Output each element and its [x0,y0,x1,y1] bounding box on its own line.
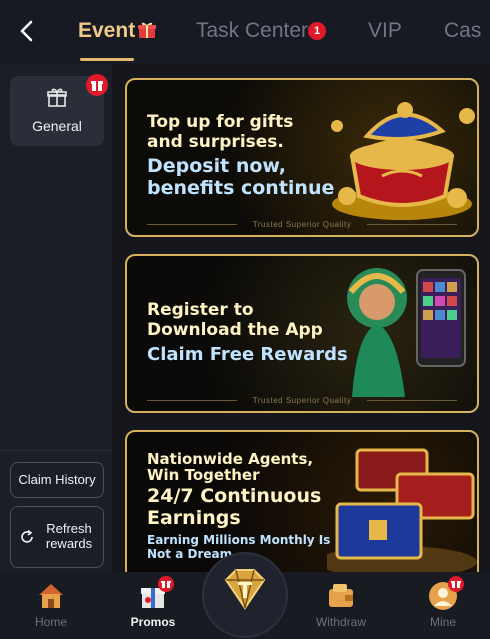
deposit-banner[interactable]: Top up for gifts and surprises. Deposit … [125,78,479,237]
gift-badge-icon [448,576,464,592]
refresh-rewards-label: Refresh rewards [45,521,93,551]
agents-banner[interactable]: Nationwide Agents, Win Together 24/7 Con… [125,430,479,572]
active-tab-indicator [80,58,134,61]
banner-line: Download the App [147,320,323,340]
gift-icon [47,88,67,107]
bottom-navigation: Home Promos Withdraw Mine [0,552,490,639]
nav-label: Promos [130,615,176,629]
banner-line: 24/7 Continuous [147,485,322,507]
gift-badge-icon [158,576,174,592]
tab-casino[interactable]: Cas [444,19,481,43]
back-button[interactable] [14,18,40,44]
banner-line: and surprises. [147,132,284,152]
nav-withdraw[interactable]: Withdraw [306,572,376,639]
top-bar: Event Task Center 1 VIP Cas [0,0,490,64]
chevron-left-icon [20,20,33,42]
nav-home[interactable]: Home [16,572,86,639]
tab-vip[interactable]: VIP [368,19,402,43]
category-general[interactable]: General [10,74,108,146]
center-logo-button[interactable] [202,552,288,638]
diamond-logo-icon [224,569,266,610]
banner-line: Register to [147,300,254,320]
event-list: Top up for gifts and surprises. Deposit … [112,64,490,572]
banner-line: benefits continue [147,177,335,199]
refresh-icon [21,529,33,543]
banner-line: Top up for gifts [147,112,294,132]
category-sidebar: General Claim History Refresh rewards [0,64,112,572]
banner-line: Claim Free Rewards [147,344,348,365]
treasure-pot-image [331,102,475,220]
home-icon [39,584,63,608]
wallet-icon [329,584,353,607]
category-label: General [32,118,82,134]
treasure-chests-image [327,448,477,572]
gift-icon [138,22,157,38]
banner-footer: Trusted Superior Quality [252,396,352,405]
divider [0,450,112,451]
task-center-badge: 1 [308,22,326,40]
banner-line: Win Together [147,466,260,484]
nav-mine[interactable]: Mine [408,572,478,639]
nav-promos[interactable]: Promos [118,572,188,639]
download-app-banner[interactable]: Register to Download the App Claim Free … [125,254,479,413]
nav-label: Mine [429,615,456,629]
nav-label: Withdraw [315,615,366,629]
banner-line: Earning Millions Monthly Is [147,533,331,547]
banner-footer: Trusted Superior Quality [252,220,352,229]
character-with-phone-image [347,268,466,397]
refresh-rewards-button[interactable]: Refresh rewards [10,506,104,568]
gift-badge-icon [86,74,108,96]
tab-event[interactable]: Event [78,19,157,43]
banner-line: Deposit now, [147,155,286,177]
banner-line: Earnings [147,507,241,529]
claim-history-button[interactable]: Claim History [10,462,104,498]
tab-task-center[interactable]: Task Center [196,19,308,43]
nav-label: Home [34,615,67,629]
